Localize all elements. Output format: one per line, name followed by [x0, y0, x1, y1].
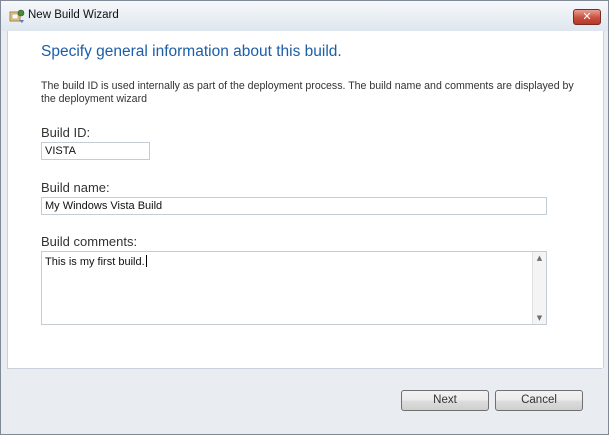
comments-scrollbar[interactable]: ▲ ▼: [532, 252, 546, 324]
build-comments-textarea[interactable]: This is my first build. ▲ ▼: [41, 251, 547, 325]
page-description: The build ID is used internally as part …: [41, 80, 574, 105]
build-comments-label: Build comments:: [41, 234, 138, 249]
build-id-input[interactable]: VISTA: [41, 142, 150, 160]
wizard-content-panel: Specify general information about this b…: [7, 31, 604, 368]
build-name-input[interactable]: My Windows Vista Build: [41, 197, 547, 215]
text-caret: [145, 255, 147, 267]
close-button[interactable]: ✕: [573, 9, 601, 25]
scroll-down-arrow-icon[interactable]: ▼: [533, 312, 546, 324]
cancel-button[interactable]: Cancel: [495, 390, 583, 411]
close-icon: ✕: [582, 10, 592, 23]
title-bar: New Build Wizard ✕: [1, 1, 608, 31]
build-id-label: Build ID:: [41, 125, 91, 140]
page-heading: Specify general information about this b…: [41, 43, 342, 60]
wizard-icon: [9, 9, 25, 23]
build-comments-text: This is my first build.: [45, 255, 147, 268]
build-name-label: Build name:: [41, 180, 110, 195]
window-title: New Build Wizard: [28, 9, 119, 21]
wizard-window: New Build Wizard ✕ Specify general infor…: [0, 0, 609, 435]
footer-divider: [7, 368, 602, 369]
scroll-up-arrow-icon[interactable]: ▲: [533, 252, 546, 264]
next-button[interactable]: Next: [401, 390, 489, 411]
